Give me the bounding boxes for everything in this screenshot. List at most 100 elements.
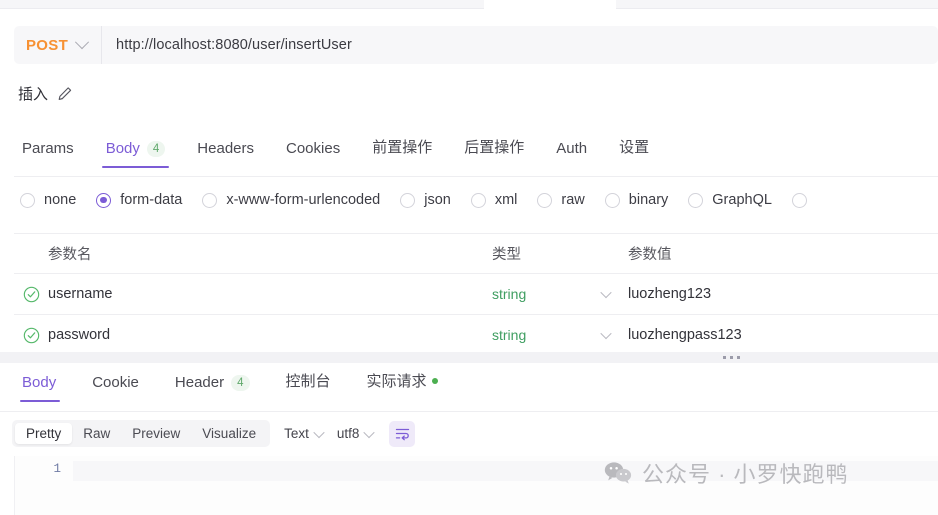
chevron-down-icon <box>600 286 612 299</box>
http-method-label: POST <box>26 36 69 54</box>
tab-badge: 4 <box>231 374 250 391</box>
tab-headers[interactable]: Headers <box>181 140 270 168</box>
tab-badge: 4 <box>146 140 166 157</box>
params-table: 参数名 类型 参数值 username string luozheng123 p… <box>14 233 938 356</box>
response-tab-console[interactable]: 控制台 <box>268 370 349 402</box>
response-tab-body[interactable]: Body <box>18 374 74 402</box>
param-name-cell[interactable]: password <box>48 327 492 343</box>
param-type-dropdown[interactable] <box>600 286 628 299</box>
tab-label: Body <box>105 140 140 157</box>
tab-label: Auth <box>556 140 588 157</box>
response-view-toolbar: Pretty Raw Preview Visualize Text utf8 <box>12 420 416 447</box>
radio-icon <box>791 192 807 208</box>
request-tabs: Params Body 4 Headers Cookies 前置操作 后置操作 … <box>18 136 665 168</box>
tab-label: 实际请求 <box>366 373 427 390</box>
view-mode-preview[interactable]: Preview <box>121 423 191 444</box>
format-dropdown[interactable]: Text <box>284 426 325 441</box>
param-value-cell[interactable]: luozheng123 <box>628 286 938 302</box>
column-header-param-value: 参数值 <box>628 247 672 263</box>
tab-label: Cookies <box>286 140 341 157</box>
tab-params[interactable]: Params <box>18 140 90 168</box>
radio-label: x-www-form-urlencoded <box>226 192 381 208</box>
response-tab-actual-request[interactable]: 实际请求 <box>349 370 456 402</box>
tab-label: Params <box>22 140 74 157</box>
tab-post-operation[interactable]: 后置操作 <box>448 136 540 168</box>
column-header-param-name: 参数名 <box>48 247 92 263</box>
response-tab-header[interactable]: Header 4 <box>157 374 268 402</box>
format-dropdown-value: Text <box>284 426 309 441</box>
radio-overflow[interactable] <box>772 192 807 208</box>
row-enabled-checkbox[interactable] <box>14 327 48 344</box>
top-toolbar-strip-left <box>0 0 484 9</box>
api-client-window: POST 插入 Params Body 4 Headers Cookies <box>0 0 938 515</box>
radio-icon <box>470 192 486 208</box>
radio-xml[interactable]: xml <box>470 192 538 208</box>
text-wrap-icon[interactable] <box>389 420 416 447</box>
radio-label: json <box>424 192 451 208</box>
radio-label: binary <box>628 192 669 208</box>
radio-raw[interactable]: raw <box>537 192 604 208</box>
radio-graphql[interactable]: GraphQL <box>688 192 772 208</box>
response-tabs-divider <box>0 411 938 412</box>
top-toolbar-strip-right <box>616 0 938 9</box>
radio-x-www-form-urlencoded[interactable]: x-www-form-urlencoded <box>202 192 400 208</box>
param-type-dropdown[interactable] <box>600 327 628 340</box>
url-input[interactable] <box>102 25 938 65</box>
tabs-divider <box>14 176 938 177</box>
pane-splitter[interactable] <box>0 352 938 363</box>
request-name-label: 插入 <box>18 86 49 103</box>
tab-cookies[interactable]: Cookies <box>270 140 356 168</box>
encoding-dropdown[interactable]: utf8 <box>337 426 376 441</box>
radio-icon <box>400 192 416 208</box>
view-mode-segmented-control: Pretty Raw Preview Visualize <box>12 420 271 447</box>
radio-label: none <box>44 192 77 208</box>
radio-icon <box>688 192 704 208</box>
radio-icon <box>604 192 620 208</box>
tab-settings[interactable]: 设置 <box>603 136 665 168</box>
radio-none[interactable]: none <box>20 192 96 208</box>
view-mode-raw[interactable]: Raw <box>72 423 121 444</box>
chevron-down-icon <box>74 35 90 50</box>
tab-body[interactable]: Body 4 <box>90 140 182 168</box>
param-name-cell[interactable]: username <box>48 286 492 302</box>
radio-form-data[interactable]: form-data <box>96 192 202 208</box>
table-header-row: 参数名 类型 参数值 <box>14 233 938 274</box>
tab-label: Header <box>174 374 225 391</box>
response-tabs: Body Cookie Header 4 控制台 实际请求 <box>18 370 456 402</box>
response-body-editor[interactable]: 1 <box>14 456 938 515</box>
param-type-cell[interactable]: string <box>492 286 602 302</box>
response-tab-cookie[interactable]: Cookie <box>74 374 157 402</box>
tab-auth[interactable]: Auth <box>540 140 603 168</box>
radio-json[interactable]: json <box>400 192 471 208</box>
tab-label: Body <box>22 374 57 391</box>
drag-handle-icon <box>723 356 740 359</box>
table-row[interactable]: password string luozhengpass123 <box>14 315 938 356</box>
view-mode-pretty[interactable]: Pretty <box>15 423 73 444</box>
status-dot-icon <box>431 377 438 384</box>
radio-icon <box>537 192 553 208</box>
param-type-cell[interactable]: string <box>492 327 602 343</box>
tab-pre-operation[interactable]: 前置操作 <box>356 136 448 168</box>
param-value-cell[interactable]: luozhengpass123 <box>628 327 938 343</box>
body-type-radio-group: none form-data x-www-form-urlencoded jso… <box>20 192 807 208</box>
tab-label: Headers <box>197 140 254 157</box>
column-header-type: 类型 <box>492 247 521 263</box>
row-enabled-checkbox[interactable] <box>14 286 48 303</box>
pencil-icon[interactable] <box>57 86 73 102</box>
table-row[interactable]: username string luozheng123 <box>14 274 938 315</box>
chevron-down-icon <box>313 426 325 438</box>
view-mode-visualize[interactable]: Visualize <box>191 423 267 444</box>
radio-label: form-data <box>120 192 183 208</box>
tab-label: 设置 <box>619 139 650 156</box>
radio-icon <box>20 192 35 208</box>
editor-line-numbers: 1 <box>53 462 61 476</box>
url-bar: POST <box>14 25 938 65</box>
http-method-selector[interactable]: POST <box>14 26 103 64</box>
tab-label: 控制台 <box>285 373 331 390</box>
tab-label: 后置操作 <box>464 139 525 156</box>
radio-label: raw <box>561 192 585 208</box>
radio-icon <box>96 192 112 208</box>
editor-active-line[interactable] <box>73 461 938 481</box>
radio-binary[interactable]: binary <box>604 192 689 208</box>
tab-label: 前置操作 <box>372 139 433 156</box>
